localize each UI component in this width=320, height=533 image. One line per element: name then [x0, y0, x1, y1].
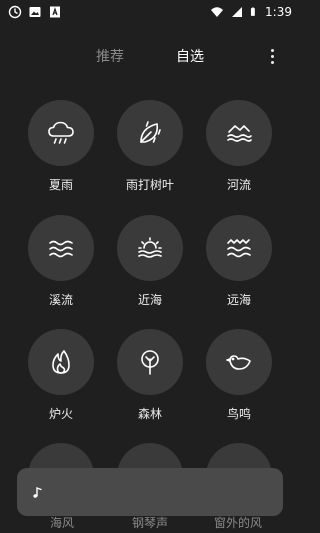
font-app-icon [50, 6, 60, 18]
sound-label: 钢琴声 [132, 516, 169, 530]
status-bar-right: 1:39 [210, 5, 292, 19]
sound-button[interactable] [206, 215, 272, 281]
sound-label: 海风 [50, 516, 75, 530]
sound-item-summer-rain[interactable]: 夏雨 [21, 100, 101, 193]
rain-cloud-icon [48, 121, 74, 144]
sound-item-near-sea[interactable]: 近海 [110, 215, 190, 308]
status-time: 1:39 [265, 5, 292, 19]
sound-item-stream[interactable]: 溪流 [21, 215, 101, 308]
fire-icon [52, 350, 70, 374]
sound-label: 森林 [137, 407, 162, 421]
sound-button[interactable] [28, 329, 94, 395]
stream-icon [49, 240, 73, 258]
sound-button[interactable] [117, 100, 183, 166]
sound-item-river[interactable]: 河流 [199, 100, 279, 193]
sound-item-fireplace[interactable]: 炉火 [21, 329, 101, 422]
sound-item-birdsong[interactable]: 鸟鸣 [199, 329, 279, 422]
sound-label: 近海 [137, 293, 162, 307]
sunrise-sea-icon [138, 237, 162, 258]
tab-custom[interactable]: 自选 [176, 46, 204, 66]
sound-item-far-sea[interactable]: 远海 [199, 215, 279, 308]
sound-label: 鸟鸣 [226, 407, 251, 421]
sound-button[interactable] [28, 215, 94, 281]
tab-recommended[interactable]: 推荐 [96, 46, 124, 66]
sound-button[interactable] [206, 100, 272, 166]
sound-label: 夏雨 [48, 178, 73, 192]
sound-label: 溪流 [48, 293, 73, 307]
status-bar-left [8, 5, 62, 19]
tree-icon [141, 350, 159, 375]
more-options-button[interactable] [266, 44, 278, 68]
tab-bar: 推荐 自选 [0, 38, 300, 74]
status-bar: 1:39 [0, 0, 300, 24]
sound-label: 炉火 [48, 407, 73, 421]
moon-timer-icon [8, 5, 22, 19]
rain-leaf-icon [140, 121, 161, 143]
sound-label: 远海 [226, 293, 251, 307]
sound-button[interactable] [117, 215, 183, 281]
image-icon [29, 7, 41, 17]
sound-label: 雨打树叶 [125, 178, 174, 192]
ocean-waves-icon [227, 239, 251, 258]
battery-icon [251, 7, 255, 16]
sound-button[interactable] [117, 329, 183, 395]
river-icon [227, 125, 252, 142]
bird-icon [226, 355, 251, 370]
sound-button[interactable] [28, 100, 94, 166]
sound-button[interactable] [206, 329, 272, 395]
wifi-icon [211, 7, 224, 17]
sound-label: 窗外的风 [214, 516, 263, 530]
more-dot [270, 54, 274, 58]
more-dot [270, 60, 274, 64]
sound-label: 河流 [226, 178, 251, 192]
sound-item-forest[interactable]: 森林 [110, 329, 190, 422]
mini-player-bar[interactable] [17, 468, 283, 516]
sound-item-rain-on-leaves[interactable]: 雨打树叶 [110, 100, 190, 193]
music-note-icon [33, 486, 42, 498]
more-dot [270, 48, 274, 52]
signal-icon [232, 7, 243, 17]
